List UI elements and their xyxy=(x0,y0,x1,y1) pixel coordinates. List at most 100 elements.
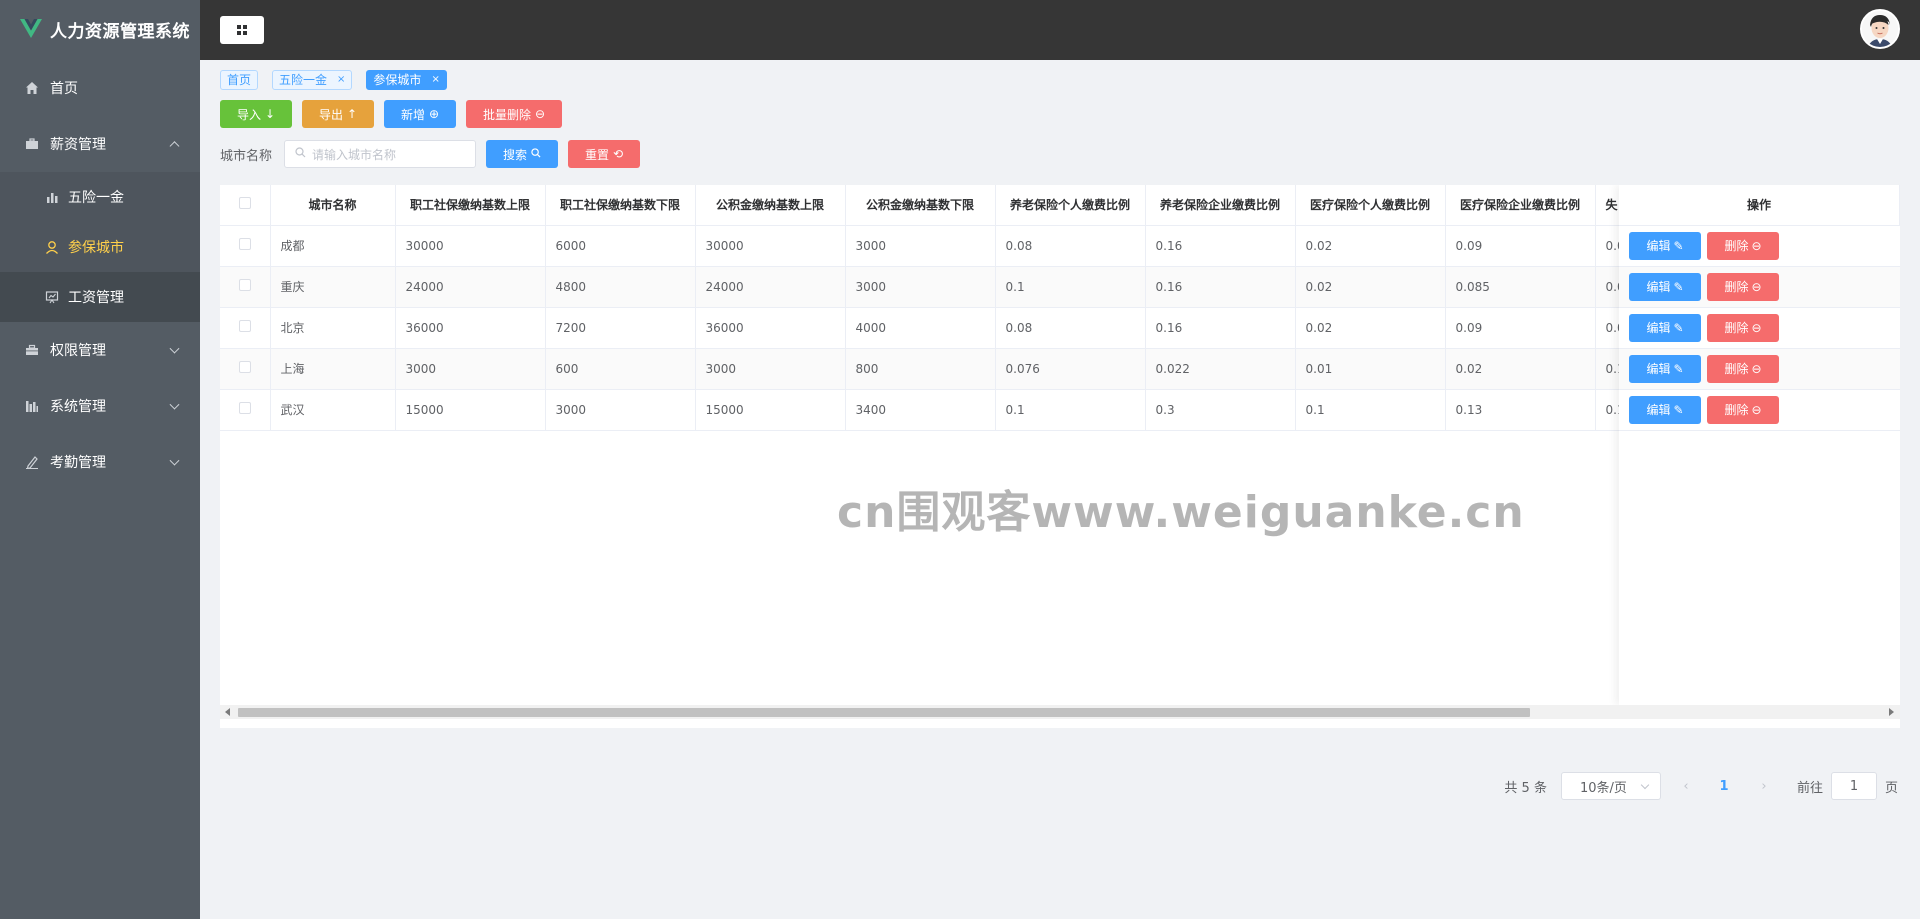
edit-button[interactable]: 编辑 ✎ xyxy=(1629,313,1701,342)
row-checkbox[interactable] xyxy=(220,266,271,308)
delete-button[interactable]: 删除 ⊖ xyxy=(1707,272,1779,301)
chevron-down-icon xyxy=(169,399,180,410)
table-row: 武汉 15000 3000 15000 3400 0.1 0.3 0.1 0.1… xyxy=(220,389,1716,431)
sidebar-item-attendance[interactable]: 考勤管理 xyxy=(0,434,200,490)
ops-cell: 编辑 ✎ 删除 ⊖ xyxy=(1619,225,1900,267)
row-checkbox[interactable] xyxy=(220,348,271,390)
tag-home[interactable]: 首页 xyxy=(220,70,259,90)
sidebar-item-label: 薪资管理 xyxy=(50,137,106,153)
add-button[interactable]: 新增 ⊕ xyxy=(384,100,456,128)
table-cell: 0.09 xyxy=(1445,307,1596,349)
row-checkbox[interactable] xyxy=(220,389,271,431)
batch-delete-button[interactable]: 批量删除 ⊖ xyxy=(466,100,562,128)
table-cell: 0.1 xyxy=(995,389,1146,431)
table-cell: 0.1 xyxy=(995,266,1146,308)
search-icon xyxy=(531,147,541,161)
collapse-menu-button[interactable] xyxy=(220,16,264,44)
sidebar-item-social-insurance[interactable]: 五险一金 xyxy=(0,172,200,222)
sidebar-item-label: 权限管理 xyxy=(50,343,106,359)
avatar-face-icon xyxy=(1862,11,1898,47)
city-table: 城市名称 职工社保缴纳基数上限 职工社保缴纳基数下限 公积金缴纳基数上限 公积金… xyxy=(220,185,1900,705)
refresh-icon: ⟲ xyxy=(612,147,624,161)
table-cell: 24000 xyxy=(395,266,546,308)
ops-table: 操作 编辑 ✎ 删除 ⊖ 编辑 ✎ 删除 ⊖ 编辑 ✎ 删除 ⊖ 编辑 ✎ 删除… xyxy=(1619,185,1900,431)
edit-button[interactable]: 编辑 ✎ xyxy=(1629,231,1701,260)
col-header: 养老保险企业缴费比例 xyxy=(1145,185,1296,226)
delete-button[interactable]: 删除 ⊖ xyxy=(1707,395,1779,424)
page-size-value: 10条/页 xyxy=(1579,780,1627,796)
horizontal-scrollbar[interactable] xyxy=(220,705,1620,719)
table-row: 上海 3000 600 3000 800 0.076 0.022 0.01 0.… xyxy=(220,348,1716,390)
sidebar-item-home[interactable]: 首页 xyxy=(0,60,200,116)
delete-button[interactable]: 删除 ⊖ xyxy=(1707,231,1779,260)
sidebar-item-salary-management[interactable]: 工资管理 xyxy=(0,272,200,322)
goto-prefix: 前往 xyxy=(1796,780,1823,796)
action-toolbar: 导入 ↓ 导出 ↑ 新增 ⊕ 批量删除 ⊖ xyxy=(220,100,562,128)
col-header: 养老保险个人缴费比例 xyxy=(995,185,1146,226)
close-icon[interactable]: × xyxy=(431,71,439,89)
circle-minus-icon: ⊖ xyxy=(534,107,546,121)
sidebar-item-system[interactable]: 系统管理 xyxy=(0,378,200,434)
table-cell: 0.085 xyxy=(1445,266,1596,308)
table-row: 编辑 ✎ 删除 ⊖ xyxy=(1619,348,1900,390)
chevron-left-icon: ‹ xyxy=(1683,778,1689,794)
import-button[interactable]: 导入 ↓ xyxy=(220,100,292,128)
page-size-select[interactable]: 10条/页 xyxy=(1560,772,1661,800)
circle-plus-icon: ⊕ xyxy=(428,107,440,121)
select-all-checkbox[interactable] xyxy=(220,185,271,226)
chevron-up-icon xyxy=(169,141,180,152)
search-button[interactable]: 搜索 xyxy=(486,140,559,168)
edit-label: 编辑 xyxy=(1646,239,1671,253)
delete-button[interactable]: 删除 ⊖ xyxy=(1707,313,1779,342)
circle-minus-icon: ⊖ xyxy=(1751,361,1762,376)
table-cell: 3000 xyxy=(545,389,696,431)
scrollbar-thumb[interactable] xyxy=(238,708,1530,717)
table-cell: 3000 xyxy=(845,266,996,308)
table-cell: 0.08 xyxy=(995,307,1146,349)
suitcase-icon xyxy=(24,342,40,358)
tag-insured-city[interactable]: 参保城市 × xyxy=(366,70,447,90)
scroll-left-icon[interactable] xyxy=(225,708,230,716)
page-jumper: 前往 1 页 xyxy=(1797,772,1898,800)
export-button[interactable]: 导出 ↑ xyxy=(302,100,374,128)
prev-page-button[interactable]: ‹ xyxy=(1671,772,1701,800)
table-cell: 4800 xyxy=(545,266,696,308)
next-page-button[interactable]: › xyxy=(1749,772,1779,800)
row-checkbox[interactable] xyxy=(220,307,271,349)
row-checkbox[interactable] xyxy=(220,225,271,267)
city-table-card: 城市名称 职工社保缴纳基数上限 职工社保缴纳基数下限 公积金缴纳基数上限 公积金… xyxy=(220,185,1900,728)
sidebar-item-salary[interactable]: 薪资管理 xyxy=(0,116,200,172)
tag-social-insurance[interactable]: 五险一金 × xyxy=(272,70,353,90)
sidebar-item-insured-city[interactable]: 参保城市 xyxy=(0,222,200,272)
city-name-input[interactable]: 请输入城市名称 xyxy=(284,140,477,168)
table-row: 北京 36000 7200 36000 4000 0.08 0.16 0.02 … xyxy=(220,307,1716,349)
tag-label: 五险一金 xyxy=(279,73,328,87)
tag-bar: 首页 五险一金 × 参保城市 × xyxy=(220,70,447,90)
reset-button[interactable]: 重置 ⟲ xyxy=(568,140,641,168)
circle-minus-icon: ⊖ xyxy=(1751,402,1762,417)
edit-button[interactable]: 编辑 ✎ xyxy=(1629,272,1701,301)
sidebar-item-permissions[interactable]: 权限管理 xyxy=(0,322,200,378)
table-cell: 30000 xyxy=(695,225,846,267)
circle-minus-icon: ⊖ xyxy=(1751,279,1762,294)
delete-button[interactable]: 删除 ⊖ xyxy=(1707,354,1779,383)
goto-page-input[interactable]: 1 xyxy=(1830,772,1877,800)
col-header: 职工社保缴纳基数下限 xyxy=(545,185,696,226)
edit-label: 编辑 xyxy=(1646,280,1671,294)
avatar[interactable] xyxy=(1860,9,1900,49)
table-cell: 0.3 xyxy=(1145,389,1296,431)
table-cell: 3000 xyxy=(695,348,846,390)
edit-button[interactable]: 编辑 ✎ xyxy=(1629,395,1701,424)
arrow-down-icon: ↓ xyxy=(264,107,276,121)
chevron-right-icon: › xyxy=(1761,778,1767,794)
table-cell: 7200 xyxy=(545,307,696,349)
scroll-right-icon[interactable] xyxy=(1889,708,1894,716)
table-cell: 600 xyxy=(545,348,696,390)
col-header: 公积金缴纳基数上限 xyxy=(695,185,846,226)
table-cell: 0.02 xyxy=(1295,307,1446,349)
page-number[interactable]: 1 xyxy=(1709,772,1739,800)
briefcase-icon xyxy=(24,136,40,152)
edit-label: 编辑 xyxy=(1646,362,1671,376)
edit-button[interactable]: 编辑 ✎ xyxy=(1629,354,1701,383)
close-icon[interactable]: × xyxy=(337,71,345,89)
